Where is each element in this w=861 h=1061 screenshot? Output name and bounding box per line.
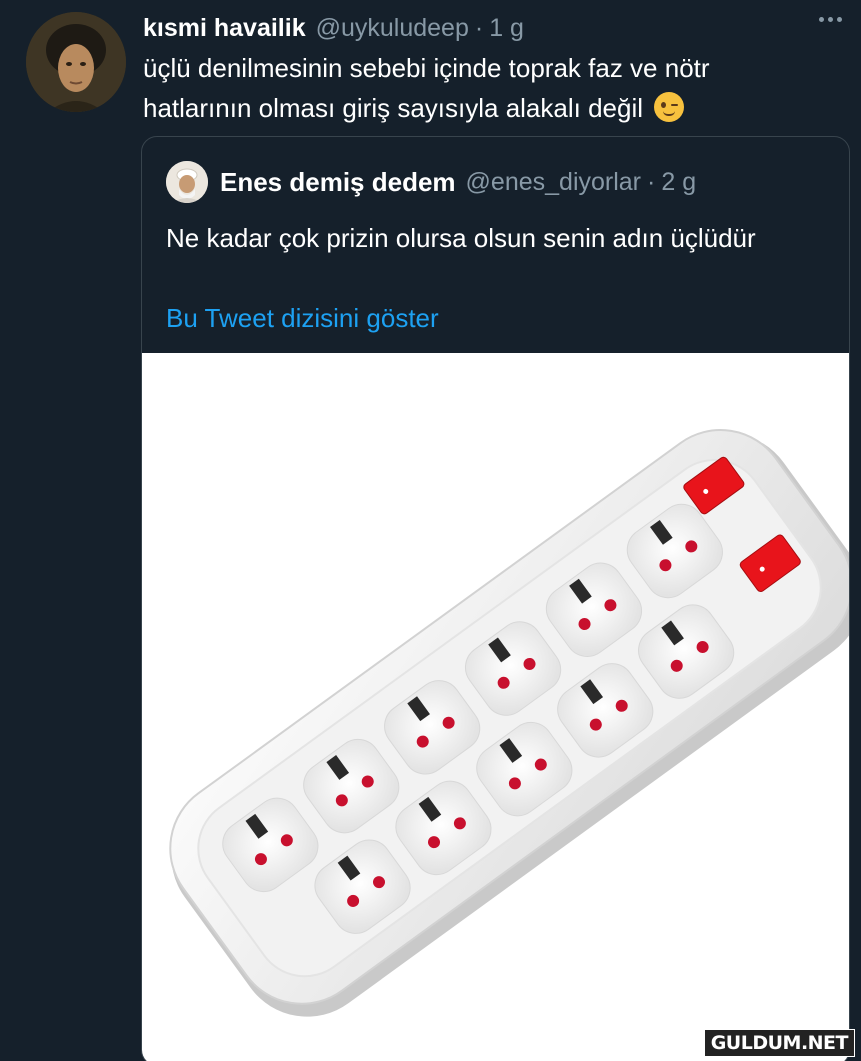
winking-face-emoji [654, 92, 685, 122]
tweet: kısmi havailik @uykuludeep · 1 g üçlü de… [0, 0, 861, 1061]
more-horizontal-icon [818, 16, 824, 22]
tweet-time[interactable]: 1 g [489, 14, 524, 43]
quoted-separator-dot: · [647, 167, 656, 196]
quoted-tweet-text: Ne kadar çok prizin olursa olsun senin a… [166, 223, 756, 253]
author-name[interactable]: kısmi havailik [143, 14, 306, 43]
power-strip-photo[interactable] [142, 353, 849, 1061]
quoted-author-avatar [166, 161, 208, 203]
tweet-text-body: üçlü denilmesinin sebebi içinde toprak f… [143, 53, 710, 123]
separator-dot: · [474, 13, 484, 42]
more-dot [836, 16, 842, 22]
quoted-tweet-header: Enes demiş dedem @enes_diyorlar · 2 g [166, 161, 696, 203]
site-watermark: GULDUM.NET [703, 1029, 855, 1057]
tweet-text: üçlü denilmesinin sebebi içinde toprak f… [143, 48, 823, 128]
more-dot [827, 16, 833, 22]
show-thread-link[interactable]: Bu Tweet dizisini göster [166, 303, 439, 334]
author-avatar[interactable] [26, 12, 126, 112]
quoted-tweet-card[interactable]: Enes demiş dedem @enes_diyorlar · 2 g Ne… [141, 136, 850, 1061]
quoted-tweet-time[interactable]: 2 g [661, 168, 696, 197]
quoted-author-name[interactable]: Enes demiş dedem [220, 167, 456, 198]
more-options-button[interactable] [813, 4, 847, 34]
author-handle[interactable]: @uykuludeep [316, 14, 469, 43]
quoted-author-handle[interactable]: @enes_diyorlar [466, 168, 641, 197]
tweet-header: kısmi havailik @uykuludeep · 1 g [143, 10, 841, 46]
